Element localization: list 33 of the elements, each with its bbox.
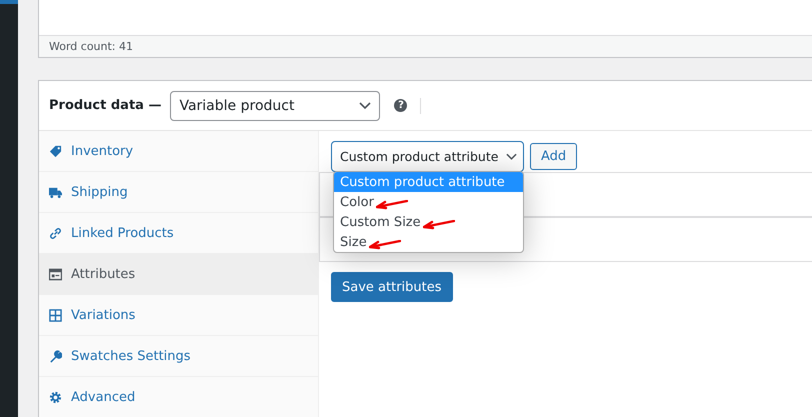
dropdown-option[interactable]: Color [334,192,523,212]
list-icon [49,268,62,280]
annotation-arrow [422,220,455,230]
product-type-select[interactable]: Variable product [170,90,380,120]
option-label: Color [340,194,374,210]
gear-icon [49,390,62,404]
sidebar-tab[interactable]: Shipping [39,172,318,213]
panel-title: Product data — [49,98,162,113]
help-icon[interactable]: ? [394,99,408,112]
chevron-down-icon [506,152,517,160]
dropdown-option[interactable]: Size [334,232,523,252]
sidebar-tab[interactable]: Attributes [39,254,318,295]
option-label: Size [340,234,367,250]
tag-icon [49,144,62,158]
save-attributes-button[interactable]: Save attributes [331,272,453,302]
option-label: Custom product attribute [340,174,505,190]
attribute-select[interactable]: Custom product attribute [331,141,524,172]
annotation-arrow [368,240,401,250]
word-count: Word count: 41 [49,40,134,53]
dropdown-option[interactable]: Custom Size [334,212,523,232]
sidebar-tab[interactable]: Inventory [39,131,318,172]
sidebar-tab[interactable]: Swatches Settings [39,336,318,377]
link-icon [49,226,62,240]
annotation-arrow [376,200,408,210]
dropdown-option[interactable]: Custom product attribute [334,172,523,192]
truck-icon [49,186,62,198]
add-button[interactable]: Add [530,143,578,170]
option-label: Custom Size [340,214,421,230]
grid-icon [49,308,62,322]
chevron-down-icon [359,102,372,110]
wrench-icon [49,350,62,362]
sidebar-tab[interactable]: Variations [39,295,318,336]
sidebar-tab[interactable]: Advanced [39,377,318,417]
